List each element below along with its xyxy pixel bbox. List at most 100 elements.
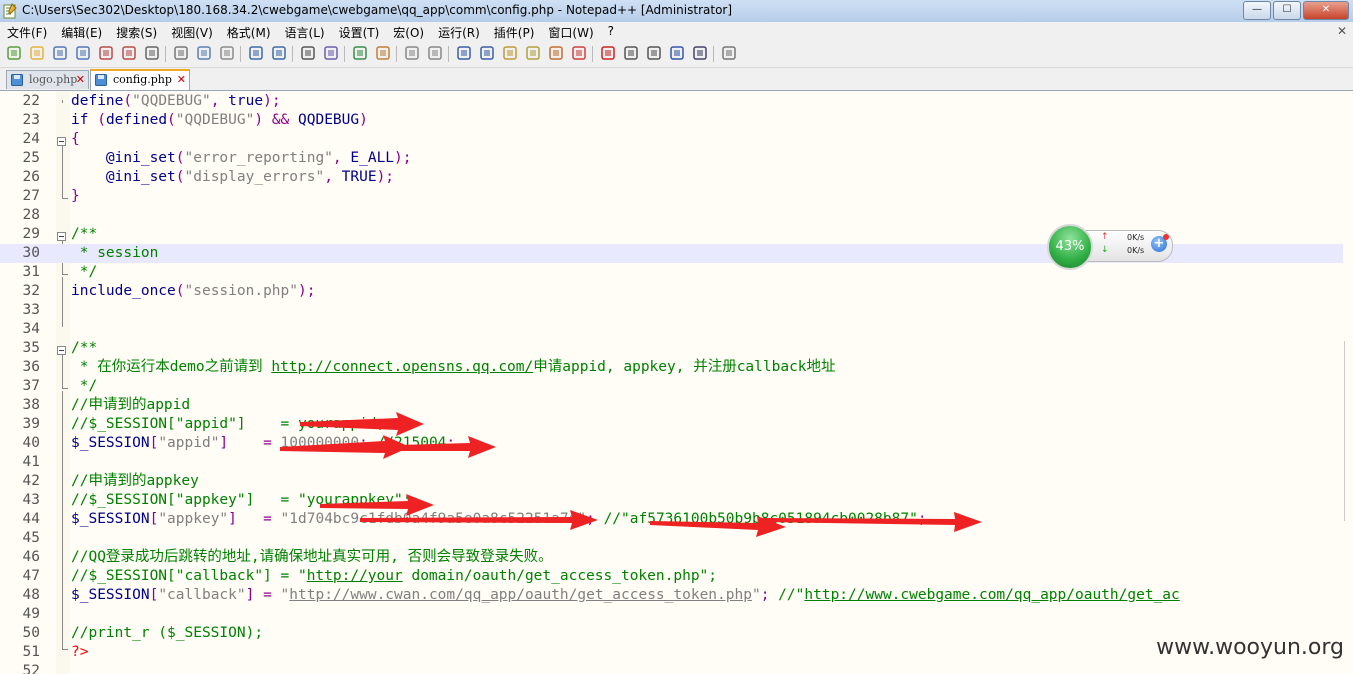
code-line[interactable]: 52 <box>0 662 1353 674</box>
print-icon[interactable] <box>144 45 160 61</box>
show-all-chars-icon[interactable] <box>479 45 495 61</box>
code-line[interactable]: 34 <box>0 320 1353 339</box>
find-icon[interactable] <box>300 45 316 61</box>
code-line[interactable]: 24 { <box>0 130 1353 149</box>
code-text: */ <box>71 263 97 282</box>
code-line[interactable]: 42 //申请到的appkey <box>0 472 1353 491</box>
code-line[interactable]: 38 //申请到的appid <box>0 396 1353 415</box>
minimize-button[interactable]: — <box>1243 1 1271 20</box>
code-line[interactable]: 40 $_SESSION["appid"] = 100000000; //2150… <box>0 434 1353 453</box>
menu-close-document-icon[interactable]: ✕ <box>1337 24 1347 38</box>
sync-vertical-icon[interactable] <box>404 45 420 61</box>
folder-workspace-icon[interactable] <box>571 45 587 61</box>
code-token: "session.php" <box>184 283 299 299</box>
code-line[interactable]: 28 <box>0 206 1353 225</box>
close-all-icon[interactable] <box>121 45 137 61</box>
menu-item[interactable]: 宏(O) <box>386 22 431 41</box>
code-token[interactable]: http://your <box>307 568 403 584</box>
code-text: { <box>71 130 80 149</box>
zoom-out-icon[interactable] <box>375 45 391 61</box>
code-token: , <box>332 150 351 166</box>
code-line[interactable]: 50 //print_r ($_SESSION); <box>0 624 1353 643</box>
spell-check-icon[interactable] <box>721 45 737 61</box>
code-line[interactable]: 47 //$_SESSION["callback"] = "http://your… <box>0 567 1353 586</box>
code-token: $_SESSION <box>71 587 150 603</box>
code-line[interactable]: 43 //$_SESSION["appkey"] = "yourappkey"; <box>0 491 1353 510</box>
menu-item[interactable]: 运行(R) <box>431 22 487 41</box>
line-number: 23 <box>22 112 40 128</box>
tab-close-icon[interactable]: ✕ <box>177 71 186 89</box>
menu-item[interactable]: 搜索(S) <box>109 22 164 41</box>
menu-item[interactable]: 插件(P) <box>487 22 542 41</box>
tab-label: logo.php <box>29 73 78 86</box>
save-macro-icon[interactable] <box>692 45 708 61</box>
code-line[interactable]: 27} <box>0 187 1353 206</box>
new-file-icon[interactable] <box>6 45 22 61</box>
menu-item[interactable]: 窗口(W) <box>541 22 600 41</box>
code-token: //" <box>778 587 805 603</box>
code-token: " <box>751 587 761 603</box>
code-line[interactable]: 44 $_SESSION["appkey"] = "1d704bc9c1fdb0a… <box>0 510 1353 529</box>
menu-item[interactable]: 编辑(E) <box>54 22 109 41</box>
stop-record-icon[interactable] <box>623 45 639 61</box>
record-macro-icon[interactable] <box>600 45 616 61</box>
menu-item[interactable]: 视图(V) <box>164 22 220 41</box>
run-macro-multiple-icon[interactable] <box>669 45 685 61</box>
tab-close-icon[interactable]: ✕ <box>76 71 85 89</box>
redo-icon[interactable] <box>271 45 287 61</box>
code-token[interactable]: http://www.cwan.com/qq_app/oauth/get_acc… <box>289 587 752 603</box>
code-token: ; <box>446 435 456 451</box>
network-speed-widget[interactable]: 43% ↑ 0K/s ↓ 0K/s + <box>1047 224 1175 270</box>
menu-item[interactable]: 文件(F) <box>0 22 54 41</box>
code-line[interactable]: 26 @ini_set("display_errors", TRUE); <box>0 168 1353 187</box>
save-all-icon[interactable] <box>75 45 91 61</box>
code-line[interactable]: 45 <box>0 529 1353 548</box>
code-line[interactable]: 51 ?> <box>0 643 1353 662</box>
doc-map-icon[interactable] <box>525 45 541 61</box>
code-token: 100000000 <box>280 435 360 451</box>
menu-item[interactable]: 格式(M) <box>220 22 278 41</box>
menu-item[interactable]: 语言(L) <box>278 22 332 41</box>
word-wrap-icon[interactable] <box>456 45 472 61</box>
code-token: ; <box>359 435 377 451</box>
code-line[interactable]: 41 <box>0 453 1353 472</box>
code-line[interactable]: 37 */ <box>0 377 1353 396</box>
vertical-scrollbar[interactable] <box>1343 91 1353 674</box>
code-line[interactable]: 46 //QQ登录成功后跳转的地址,请确保地址真实可用, 否则会导致登录失败。 <box>0 548 1353 567</box>
indent-guide-icon[interactable] <box>502 45 518 61</box>
menu-item[interactable]: 设置(T) <box>332 22 387 41</box>
code-line[interactable]: 35 /** <box>0 339 1353 358</box>
copy-icon[interactable] <box>196 45 212 61</box>
code-line[interactable]: 36 * 在你运行本demo之前请到 http://connect.opensn… <box>0 358 1353 377</box>
code-token[interactable]: http://www.cwebgame.com/qq_app/oauth/get… <box>804 587 1179 603</box>
code-line[interactable]: 25 @ini_set("error_reporting", E_ALL); <box>0 149 1353 168</box>
replace-icon[interactable] <box>323 45 339 61</box>
code-line[interactable]: 33 <box>0 301 1353 320</box>
cut-icon[interactable] <box>173 45 189 61</box>
undo-icon[interactable] <box>248 45 264 61</box>
code-line[interactable]: 22 define("QQDEBUG", true); <box>0 92 1353 111</box>
code-line[interactable]: 39 //$_SESSION["appid"] = yourappid; <box>0 415 1353 434</box>
close-button[interactable]: ✕ <box>1303 1 1349 20</box>
open-file-icon[interactable] <box>29 45 45 61</box>
save-icon[interactable] <box>52 45 68 61</box>
code-line[interactable]: 23 if (defined("QQDEBUG") && QQDEBUG) <box>0 111 1353 130</box>
code-line[interactable]: 32 include_once("session.php"); <box>0 282 1353 301</box>
tab-logo-php[interactable]: logo.php ✕ <box>6 70 89 89</box>
tab-config-php[interactable]: config.php ✕ <box>90 69 190 90</box>
function-list-icon[interactable] <box>548 45 564 61</box>
menu-item[interactable]: ? <box>601 22 621 41</box>
scrollbar-thumb[interactable] <box>1344 341 1353 521</box>
maximize-button[interactable]: ☐ <box>1273 1 1301 20</box>
zoom-in-icon[interactable] <box>352 45 368 61</box>
code-line[interactable]: 48 $_SESSION["callback"] = "http://www.cw… <box>0 586 1353 605</box>
code-line[interactable]: 49 <box>0 605 1353 624</box>
code-editor[interactable]: 22 define("QQDEBUG", true); 23 if (defined(… <box>0 91 1353 674</box>
line-number: 43 <box>22 492 40 508</box>
paste-icon[interactable] <box>219 45 235 61</box>
code-token: } <box>71 188 80 204</box>
close-icon[interactable] <box>98 45 114 61</box>
code-token[interactable]: http://connect.opensns.qq.com/ <box>271 359 533 375</box>
play-macro-icon[interactable] <box>646 45 662 61</box>
sync-horizontal-icon[interactable] <box>427 45 443 61</box>
